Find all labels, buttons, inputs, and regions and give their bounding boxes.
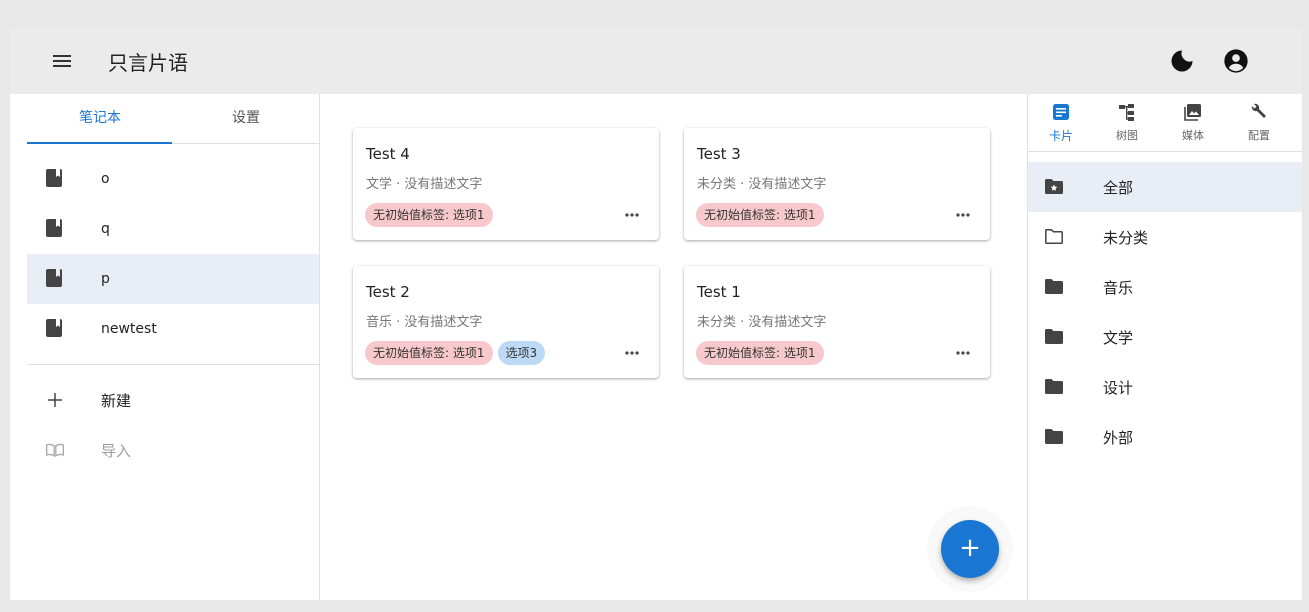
notebook-icon [46,219,62,237]
category-item-uncategorized[interactable]: 未分类 [1028,212,1302,262]
more-horiz-icon[interactable] [623,346,641,360]
tab-media-label: 媒体 [1182,129,1204,142]
tag-chip[interactable]: 无初始值标签: 选项1 [696,203,824,227]
new-notebook-button[interactable]: 新建 [27,375,319,425]
add-card-button[interactable]: + [941,520,999,578]
right-panel: 卡片 树图 媒体 配置 全部 未分类 音乐 文学 设计 外部 [1027,94,1302,600]
more-horiz-icon[interactable] [954,208,972,222]
card-title: Test 4 [366,145,410,163]
media-icon [1184,104,1201,121]
card-subtitle: 音乐 · 没有描述文字 [366,315,483,330]
card-tags: 无初始值标签: 选项1 [696,341,824,365]
note-card[interactable]: Test 2 音乐 · 没有描述文字 无初始值标签: 选项1 选项3 [353,266,659,378]
category-label: 设计 [1103,379,1134,397]
folder-outline-icon [1045,228,1063,245]
more-horiz-icon[interactable] [623,208,641,222]
folder-icon [1045,279,1063,294]
tab-config[interactable]: 配置 [1226,94,1292,151]
view-tabs: 卡片 树图 媒体 配置 [1028,94,1302,152]
tag-chip[interactable]: 无初始值标签: 选项1 [696,341,824,365]
tab-cards-label: 卡片 [1048,129,1073,143]
notebook-icon [46,169,62,187]
notebook-list: o q p newtest [27,144,319,354]
tab-tree-label: 树图 [1116,129,1138,142]
category-item-external[interactable]: 外部 [1028,412,1302,462]
tab-media[interactable]: 媒体 [1160,94,1226,151]
notebook-item-o[interactable]: o [27,154,319,204]
notebook-actions: 新建 导入 [27,365,319,475]
tab-settings[interactable]: 设置 [173,94,319,143]
note-card[interactable]: Test 3 未分类 · 没有描述文字 无初始值标签: 选项1 [684,128,990,240]
notebook-label: q [101,221,110,237]
account-circle-icon[interactable] [1222,47,1250,75]
app-bar: 只言片语 [10,28,1302,94]
left-panel: 笔记本 设置 o q p newtest 新建 导入 [27,94,320,600]
left-tabs: 笔记本 设置 [27,94,319,144]
category-item-literature[interactable]: 文学 [1028,312,1302,362]
category-item-music[interactable]: 音乐 [1028,262,1302,312]
notebook-item-newtest[interactable]: newtest [27,304,319,354]
card-tags: 无初始值标签: 选项1 [365,203,493,227]
note-card[interactable]: Test 1 未分类 · 没有描述文字 无初始值标签: 选项1 [684,266,990,378]
notebook-label: p [101,271,110,287]
category-label: 外部 [1103,429,1134,447]
menu-icon[interactable] [50,49,74,73]
card-subtitle: 未分类 · 没有描述文字 [697,177,827,192]
category-label: 全部 [1103,179,1134,197]
tab-config-label: 配置 [1248,129,1270,142]
note-card[interactable]: Test 4 文学 · 没有描述文字 无初始值标签: 选项1 [353,128,659,240]
folder-star-icon [1045,179,1063,194]
dark-mode-icon[interactable] [1168,47,1196,75]
tab-indicator [27,142,172,144]
new-notebook-label: 新建 [101,392,132,410]
notebook-item-p[interactable]: p [27,254,319,304]
tab-tree[interactable]: 树图 [1094,94,1160,151]
cards-icon [1053,104,1069,120]
app-title: 只言片语 [108,51,188,75]
notebook-label: o [101,171,110,187]
category-item-all[interactable]: 全部 [1028,162,1302,212]
card-subtitle: 未分类 · 没有描述文字 [697,315,827,330]
category-label: 文学 [1103,329,1134,347]
tab-notebooks[interactable]: 笔记本 [27,94,173,143]
tab-cards[interactable]: 卡片 [1028,94,1094,151]
card-tags: 无初始值标签: 选项1 [696,203,824,227]
plus-icon [48,393,62,407]
tag-chip[interactable]: 无初始值标签: 选项1 [365,341,493,365]
app-window: 只言片语 笔记本 设置 o q p newtest 新建 导入 Test 4 文… [10,28,1302,600]
open-book-icon [46,443,64,458]
card-title: Test 2 [366,283,410,301]
more-horiz-icon[interactable] [954,346,972,360]
card-title: Test 3 [697,145,741,163]
cards-area: Test 4 文学 · 没有描述文字 无初始值标签: 选项1 Test 3 未分… [321,94,1027,600]
folder-icon [1045,429,1063,444]
notebook-item-q[interactable]: q [27,204,319,254]
category-label: 未分类 [1103,229,1149,247]
notebook-label: newtest [101,321,157,337]
notebook-icon [46,269,62,287]
card-tags: 无初始值标签: 选项1 选项3 [365,341,546,365]
tag-chip[interactable]: 选项3 [497,341,546,365]
import-button[interactable]: 导入 [27,425,319,475]
card-title: Test 1 [697,283,741,301]
folder-icon [1045,379,1063,394]
category-label: 音乐 [1103,279,1134,297]
import-label: 导入 [101,442,132,460]
card-subtitle: 文学 · 没有描述文字 [366,177,483,192]
category-list: 全部 未分类 音乐 文学 设计 外部 [1028,152,1302,462]
category-item-design[interactable]: 设计 [1028,362,1302,412]
folder-icon [1045,329,1063,344]
wrench-icon [1251,103,1266,118]
tag-chip[interactable]: 无初始值标签: 选项1 [365,203,493,227]
tree-icon [1119,104,1134,121]
notebook-icon [46,319,62,337]
